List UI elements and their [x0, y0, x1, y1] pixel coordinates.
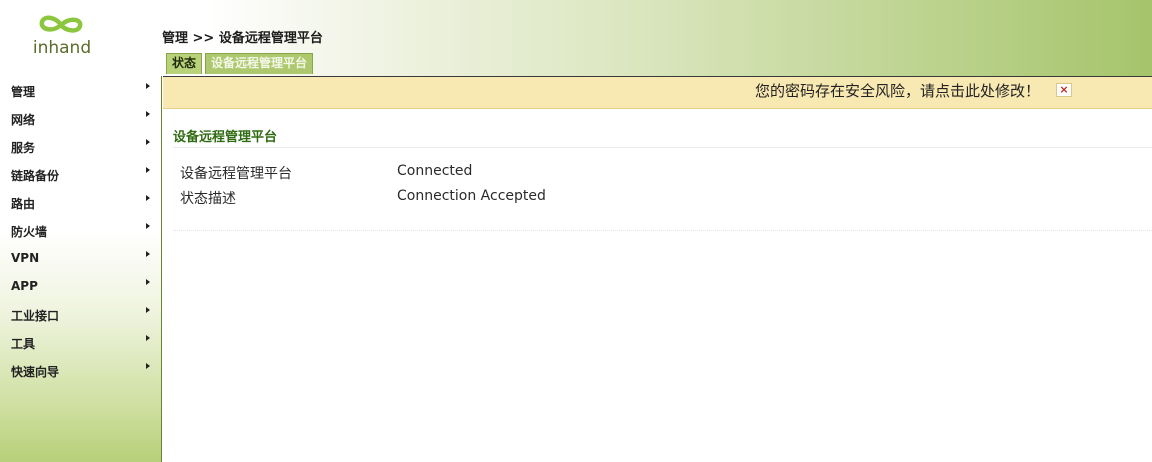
submenu-arrow-icon: [146, 335, 150, 341]
sidebar-item-label: 防火墙: [11, 225, 48, 239]
sidebar-item-firewall[interactable]: 防火墙: [0, 216, 162, 244]
sidebar-item-label: 服务: [11, 141, 36, 155]
sidebar-item-label: 链路备份: [11, 169, 60, 183]
submenu-arrow-icon: [146, 167, 150, 173]
sidebar-item-label: 网络: [11, 113, 36, 127]
sidebar: 管理 网络 服务 链路备份 路由 防火墙 VPN APP 工业接口 工具 快速向…: [0, 76, 162, 462]
submenu-arrow-icon: [146, 195, 150, 201]
logo-text: inhand: [32, 38, 92, 58]
divider: [173, 147, 1152, 148]
sidebar-item-label: 工具: [11, 337, 36, 351]
sidebar-item-management[interactable]: 管理: [0, 76, 162, 104]
header-bar: inhand 管理 >> 设备远程管理平台 状态 设备远程管理平台: [0, 0, 1152, 76]
status-value-platform: Connected: [397, 163, 473, 179]
tab-remote-management-platform[interactable]: 设备远程管理平台: [205, 53, 314, 74]
submenu-arrow-icon: [146, 139, 150, 145]
sidebar-item-network[interactable]: 网络: [0, 104, 162, 132]
sidebar-item-tools[interactable]: 工具: [0, 328, 162, 356]
sidebar-item-services[interactable]: 服务: [0, 132, 162, 160]
submenu-arrow-icon: [146, 223, 150, 229]
status-label-platform: 设备远程管理平台: [180, 166, 292, 182]
status-label-description: 状态描述: [180, 191, 236, 207]
sidebar-item-label: 管理: [11, 85, 36, 99]
breadcrumb: 管理 >> 设备远程管理平台: [162, 31, 323, 46]
close-icon[interactable]: ×: [1056, 83, 1072, 97]
divider: [173, 230, 1152, 231]
submenu-arrow-icon: [146, 363, 150, 369]
sidebar-item-link-backup[interactable]: 链路备份: [0, 160, 162, 188]
password-warning-banner: 您的密码存在安全风险，请点击此处修改！ ×: [163, 77, 1152, 109]
sidebar-item-label: APP: [11, 279, 38, 293]
submenu-arrow-icon: [146, 307, 150, 313]
sidebar-item-label: VPN: [11, 251, 40, 265]
submenu-arrow-icon: [146, 279, 150, 285]
sidebar-item-vpn[interactable]: VPN: [0, 244, 162, 272]
inhand-logo[interactable]: inhand: [26, 14, 96, 64]
section-title: 设备远程管理平台: [173, 130, 278, 145]
submenu-arrow-icon: [146, 83, 150, 89]
sidebar-item-label: 工业接口: [11, 309, 60, 323]
sidebar-item-routing[interactable]: 路由: [0, 188, 162, 216]
sidebar-item-industrial-interface[interactable]: 工业接口: [0, 300, 162, 328]
sidebar-item-app[interactable]: APP: [0, 272, 162, 300]
tab-status[interactable]: 状态: [166, 53, 203, 74]
status-value-description: Connection Accepted: [397, 188, 546, 204]
submenu-arrow-icon: [146, 251, 150, 257]
sidebar-item-label: 快速向导: [11, 365, 60, 379]
infinity-logo-icon: [39, 15, 83, 33]
sidebar-item-quick-wizard[interactable]: 快速向导: [0, 356, 162, 384]
password-warning-link[interactable]: 您的密码存在安全风险，请点击此处修改！: [755, 80, 1040, 101]
submenu-arrow-icon: [146, 111, 150, 117]
sidebar-item-label: 路由: [11, 197, 36, 211]
main-content: 您的密码存在安全风险，请点击此处修改！ × 设备远程管理平台 设备远程管理平台 …: [163, 76, 1152, 462]
